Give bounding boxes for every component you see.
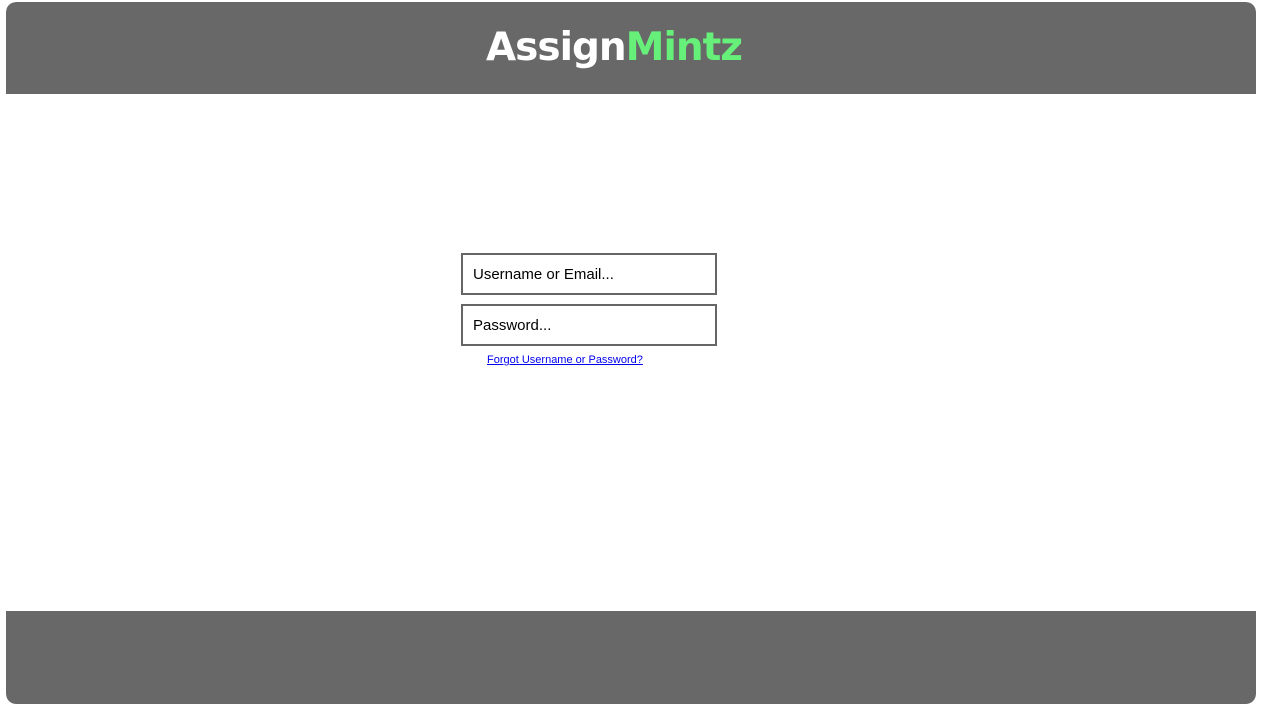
- logo-text-mintz: Mintz: [625, 25, 743, 70]
- forgot-credentials-link[interactable]: Forgot Username or Password?: [487, 354, 717, 366]
- logo-text-assign: Assign: [486, 25, 627, 70]
- password-input[interactable]: [461, 304, 717, 346]
- username-email-input[interactable]: [461, 253, 717, 295]
- header-bar: AssignMintz: [6, 2, 1256, 94]
- footer-bar: [6, 611, 1256, 704]
- app-window: AssignMintz Forgot Username or Password?: [6, 2, 1256, 704]
- app-logo: AssignMintz: [486, 24, 743, 72]
- login-form: Forgot Username or Password?: [461, 253, 717, 366]
